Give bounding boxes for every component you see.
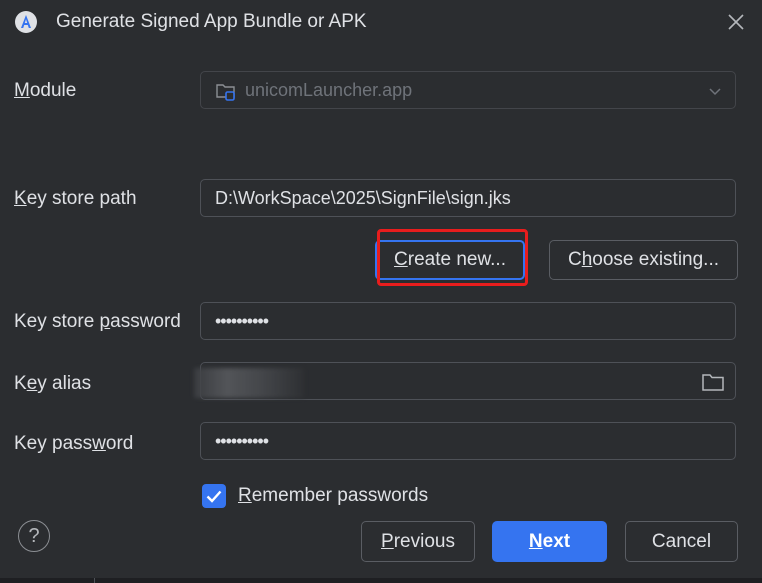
create-new-button[interactable]: Create new... — [375, 240, 525, 280]
remember-passwords-label[interactable]: Remember passwords — [238, 484, 428, 508]
key-password-value: •••••••••• — [215, 431, 269, 451]
key-password-label: Key password — [14, 433, 134, 454]
create-new-label: Create new... — [394, 249, 506, 270]
generate-signed-bundle-dialog: Generate Signed App Bundle or APK Module… — [0, 0, 762, 583]
keystore-password-label: Key store password — [14, 311, 181, 332]
choose-existing-label: Choose existing... — [567, 249, 720, 270]
keystore-path-value: D:\WorkSpace\2025\SignFile\sign.jks — [215, 188, 511, 208]
bottom-edge-divider — [94, 578, 95, 583]
module-select[interactable]: unicomLauncher.app — [200, 71, 736, 109]
previous-label: Previous — [381, 530, 455, 552]
next-label: Next — [528, 530, 571, 552]
module-label: Module — [14, 80, 77, 101]
previous-button[interactable]: Previous — [361, 521, 475, 562]
keystore-password-value: •••••••••• — [215, 311, 269, 331]
keystore-password-field[interactable]: •••••••••• — [200, 302, 736, 340]
help-icon[interactable]: ? — [18, 520, 50, 552]
title-bar: Generate Signed App Bundle or APK — [0, 0, 762, 44]
module-value: unicomLauncher.app — [245, 80, 413, 100]
android-studio-icon — [15, 11, 37, 33]
remember-passwords-checkbox[interactable] — [202, 484, 226, 508]
key-alias-label: Key alias — [14, 373, 92, 394]
keystore-path-field[interactable]: D:\WorkSpace\2025\SignFile\sign.jks — [200, 179, 736, 217]
dialog-title: Generate Signed App Bundle or APK — [56, 11, 367, 32]
next-button[interactable]: Next — [492, 521, 607, 562]
module-folder-icon — [216, 84, 235, 101]
choose-existing-button[interactable]: Choose existing... — [549, 240, 738, 280]
redacted-alias-blur — [194, 368, 304, 398]
cancel-label: Cancel — [651, 530, 712, 552]
checkmark-icon — [206, 490, 222, 503]
keystore-path-label: Key store path — [14, 188, 137, 209]
cancel-button[interactable]: Cancel — [625, 521, 738, 562]
close-icon[interactable] — [724, 10, 748, 34]
folder-icon[interactable] — [701, 371, 725, 393]
chevron-down-icon — [709, 88, 721, 96]
bottom-edge — [0, 578, 762, 583]
key-password-field[interactable]: •••••••••• — [200, 422, 736, 460]
